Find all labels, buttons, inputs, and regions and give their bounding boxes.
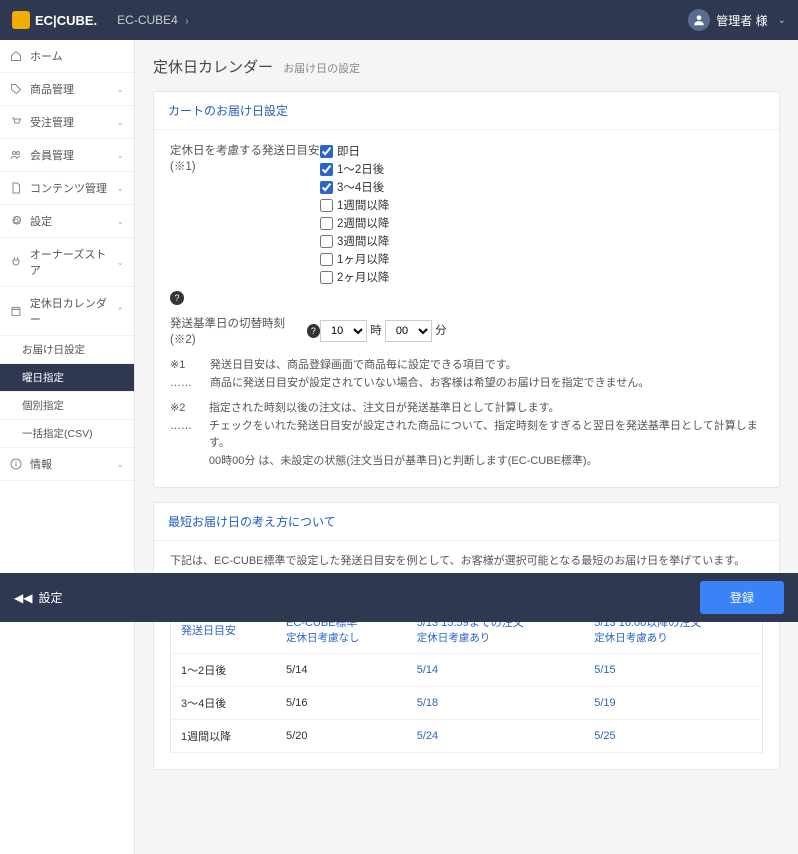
row-label-cutoff: 発送基準日の切替時刻(※2) ? <box>170 315 320 347</box>
chevron-down-icon: ⌄ <box>778 15 786 26</box>
chevron-down-icon: ⌄ <box>116 117 124 128</box>
top-header: EC|CUBE. EC-CUBE4 › 管理者 様 ⌄ <box>0 0 798 40</box>
shipping-day-check[interactable]: 1〜2日後 <box>320 160 763 178</box>
sidebar-item-info[interactable]: 情報 ⌄ <box>0 448 134 481</box>
sidebar-item-plug[interactable]: オーナーズストア⌄ <box>0 238 134 287</box>
cutoff-min-select[interactable]: 00 <box>385 320 432 342</box>
card-cart-delivery: カートのお届け日設定 定休日を考慮する発送日目安(※1) 即日 1〜2日後 3〜… <box>153 91 780 488</box>
sidebar-item-cog[interactable]: 設定⌄ <box>0 205 134 238</box>
shipping-day-check[interactable]: 1ヶ月以降 <box>320 250 763 268</box>
file-icon <box>10 182 22 194</box>
page-title: 定休日カレンダー お届け日の設定 <box>153 56 780 77</box>
footer-back-link[interactable]: ◀◀ 設定 <box>14 589 62 606</box>
user-label: 管理者 様 <box>716 12 767 29</box>
submit-button[interactable]: 登録 <box>700 581 784 614</box>
help-icon[interactable]: ? <box>307 324 320 338</box>
sidebar: ホーム商品管理⌄受注管理⌄会員管理⌄コンテンツ管理⌄設定⌄オーナーズストア⌄定休… <box>0 40 135 854</box>
checkbox[interactable] <box>320 163 333 176</box>
plug-icon <box>10 256 22 268</box>
sidebar-item-cart[interactable]: 受注管理⌄ <box>0 106 134 139</box>
user-icon <box>688 9 710 31</box>
sidebar-item-file[interactable]: コンテンツ管理⌄ <box>0 172 134 205</box>
sidebar-sub-item[interactable]: 個別指定 <box>0 392 134 420</box>
sidebar-item-calendar[interactable]: 定休日カレンダー⌃ <box>0 287 134 336</box>
card-header: カートのお届け日設定 <box>154 92 779 130</box>
chevron-down-icon: ⌄ <box>116 216 124 227</box>
shipping-day-check[interactable]: 3週間以降 <box>320 232 763 250</box>
chevron-down-icon: ⌄ <box>116 459 124 470</box>
checkbox[interactable] <box>320 253 333 266</box>
user-menu[interactable]: 管理者 様 ⌄ <box>688 9 786 31</box>
rewind-icon: ◀◀ <box>14 591 32 605</box>
shipping-day-check[interactable]: 即日 <box>320 142 763 160</box>
cube-icon <box>12 11 30 29</box>
cog-icon <box>10 215 22 227</box>
shipping-day-check[interactable]: 2週間以降 <box>320 214 763 232</box>
brand-logo[interactable]: EC|CUBE. <box>12 11 97 29</box>
cutoff-time-picker: 10 時 00 分 <box>320 320 763 342</box>
help-icon[interactable]: ? <box>170 291 184 305</box>
table-row: 1週間以降5/205/245/25 <box>171 720 763 753</box>
tag-icon <box>10 83 22 95</box>
hour-label: 時 <box>370 325 382 337</box>
note1: ※1 …… 発送日目安は、商品登録画面で商品毎に設定できる項目です。商品に発送日… <box>170 357 763 392</box>
chevron-right-icon: › <box>185 16 188 27</box>
page-subtitle: お届け日の設定 <box>283 63 360 75</box>
checkbox[interactable] <box>320 217 333 230</box>
users-icon <box>10 149 22 161</box>
card-header: 最短お届け日の考え方について <box>154 503 779 541</box>
home-icon <box>10 50 22 62</box>
checkbox[interactable] <box>320 271 333 284</box>
cutoff-hour-select[interactable]: 10 <box>320 320 367 342</box>
checkbox[interactable] <box>320 235 333 248</box>
shipping-day-check[interactable]: 2ヶ月以降 <box>320 268 763 286</box>
table-row: 1〜2日後5/145/145/15 <box>171 654 763 687</box>
chevron-down-icon: ⌄ <box>116 257 124 268</box>
shipping-day-check[interactable]: 3〜4日後 <box>320 178 763 196</box>
main-content: 定休日カレンダー お届け日の設定 カートのお届け日設定 定休日を考慮する発送日目… <box>135 40 798 854</box>
sidebar-item-tag[interactable]: 商品管理⌄ <box>0 73 134 106</box>
brand-text: EC|CUBE. <box>35 13 97 28</box>
chevron-down-icon: ⌄ <box>116 150 124 161</box>
table-row: 3〜4日後5/165/185/19 <box>171 687 763 720</box>
checkbox[interactable] <box>320 199 333 212</box>
card-shortest-delivery: 最短お届け日の考え方について 下記は、EC-CUBE標準で設定した発送日目安を例… <box>153 502 780 771</box>
note2: ※2 …… 指定された時刻以後の注文は、注文日が発送基準日として計算します。チェ… <box>170 400 763 470</box>
info-icon <box>10 458 22 470</box>
sidebar-sub-item[interactable]: お届け日設定 <box>0 336 134 364</box>
example-table: 発送日目安 EC-CUBE標準定休日考慮なし 5/13 15:59までの注文定休… <box>170 605 763 753</box>
shipping-day-options: 即日 1〜2日後 3〜4日後 1週間以降 2週間以降 3週間以降 1ヶ月以降 2… <box>320 142 763 286</box>
cart-icon <box>10 116 22 128</box>
checkbox[interactable] <box>320 181 333 194</box>
product-link[interactable]: EC-CUBE4 › <box>117 13 188 27</box>
checkbox[interactable] <box>320 145 333 158</box>
row-label-shipping-days: 定休日を考慮する発送日目安(※1) <box>170 142 320 174</box>
calendar-icon <box>10 305 22 317</box>
shipping-day-check[interactable]: 1週間以降 <box>320 196 763 214</box>
chevron-down-icon: ⌃ <box>116 306 124 317</box>
sidebar-sub-item[interactable]: 一括指定(CSV) <box>0 420 134 448</box>
card2-intro: 下記は、EC-CUBE標準で設定した発送日目安を例として、お客様が選択可能となる… <box>170 553 763 571</box>
chevron-down-icon: ⌄ <box>116 183 124 194</box>
sidebar-item-home[interactable]: ホーム <box>0 40 134 73</box>
footer-bar: ◀◀ 設定 登録 <box>0 573 798 622</box>
chevron-down-icon: ⌄ <box>116 84 124 95</box>
sidebar-item-users[interactable]: 会員管理⌄ <box>0 139 134 172</box>
min-label: 分 <box>435 325 447 337</box>
sidebar-sub-item[interactable]: 曜日指定 <box>0 364 134 392</box>
